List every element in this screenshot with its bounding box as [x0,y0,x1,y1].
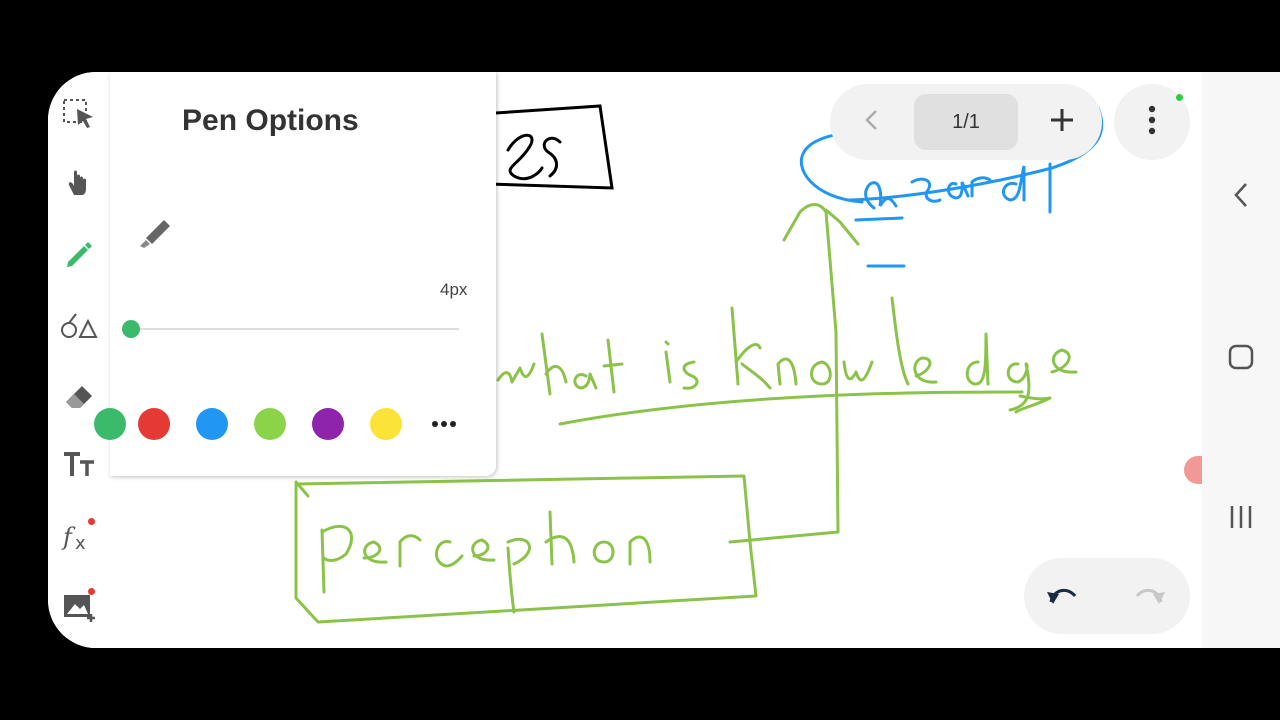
formula-tool-button[interactable]: fx [58,516,100,558]
formula-notification-dot [88,518,95,525]
pen-tool-button[interactable] [58,232,100,274]
color-swatch-blue[interactable] [196,408,228,440]
back-icon [1232,181,1250,214]
highlighter-icon [136,220,176,256]
pen-icon [62,236,96,270]
svg-text:f: f [61,523,76,551]
svg-text:x: x [75,533,86,553]
more-vertical-icon [1148,105,1156,140]
recents-icon [1228,504,1254,535]
system-navigation-bar [1202,72,1280,648]
plus-icon [1049,107,1075,138]
pen-options-title: Pen Options [182,104,359,137]
undo-button[interactable] [1036,570,1088,622]
eraser-tool-button[interactable] [58,374,100,416]
color-swatch-red[interactable] [138,408,170,440]
page-navigation: 1/1 [830,84,1102,160]
home-icon [1227,343,1255,376]
ink-black-box [478,104,614,190]
shapes-tool-button[interactable] [58,304,100,346]
more-colors-button[interactable] [428,408,460,440]
previous-page-button[interactable] [846,96,898,148]
eraser-icon [62,378,96,412]
hand-icon [63,167,95,199]
color-swatch-light-green[interactable] [254,408,286,440]
image-notification-dot [88,588,95,595]
color-swatch-purple[interactable] [312,408,344,440]
pen-size-label: 4px [440,280,468,299]
system-back-button[interactable] [1216,172,1266,222]
status-dot [1176,94,1183,101]
selection-icon [61,95,97,131]
undo-icon [1045,582,1079,611]
tool-sidebar: fx [48,72,110,648]
formula-icon: fx [61,521,97,553]
text-icon [62,450,96,480]
more-horizontal-icon [431,415,457,433]
redo-icon [1133,582,1167,611]
system-recents-button[interactable] [1216,494,1266,544]
selection-tool-button[interactable] [58,92,100,134]
ink-green-text [496,296,1078,426]
pen-size-slider-thumb[interactable] [121,320,140,338]
color-swatch-yellow[interactable] [370,408,402,440]
highlighter-pen-button[interactable] [136,212,176,257]
chevron-left-icon [862,108,882,137]
undo-redo-controls [1024,558,1190,634]
add-page-button[interactable] [1036,96,1088,148]
shapes-icon [60,310,98,340]
hand-tool-button[interactable] [58,162,100,204]
color-swatch-green-selected[interactable] [94,408,126,440]
ink-green-perception [294,474,758,624]
page-indicator[interactable]: 1/1 [914,94,1018,150]
screen: fx Pen Options 4px 1/1 [48,72,1280,648]
edge-panel-handle[interactable] [1184,456,1202,484]
redo-button[interactable] [1124,570,1176,622]
pen-size-slider[interactable] [124,328,459,330]
system-home-button[interactable] [1216,334,1266,384]
text-tool-button[interactable] [58,444,100,486]
pen-options-panel: Pen Options 4px [94,72,496,476]
image-tool-button[interactable] [58,586,100,628]
image-add-icon [61,590,97,624]
